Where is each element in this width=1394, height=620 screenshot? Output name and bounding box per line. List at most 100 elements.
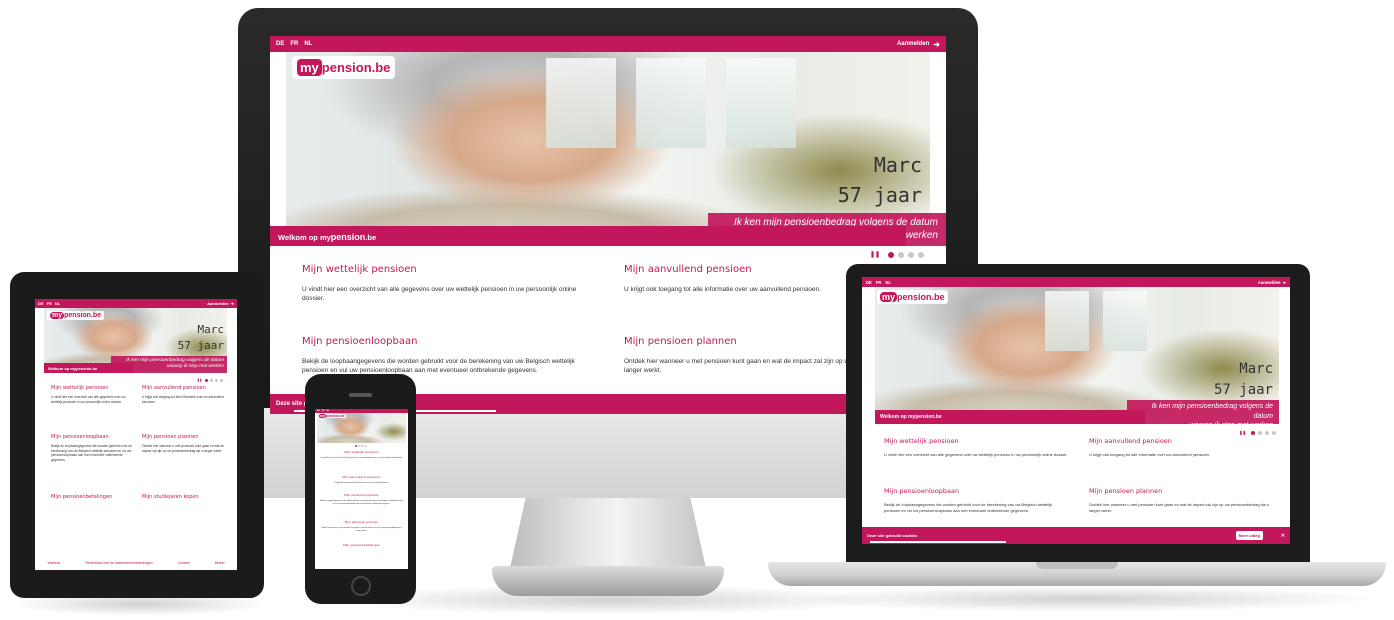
phone-speaker [349, 393, 372, 397]
carousel-dots: ❚❚ [870, 251, 924, 258]
laptop-notch [1036, 562, 1118, 569]
carousel-dot[interactable] [358, 445, 360, 447]
lang-de[interactable]: DE [38, 301, 44, 306]
carousel-dot[interactable] [210, 378, 213, 382]
card-text: U vindt hier een overzicht van alle gege… [302, 286, 577, 302]
footer-link[interactable]: Rekenblad met de basisreferentiebedragen [86, 561, 153, 565]
card[interactable]: Mijn pensioenloopbaan Bekijk de loopbaan… [51, 434, 134, 490]
lang-fr[interactable]: FR [876, 280, 882, 285]
imac-foot [492, 566, 724, 596]
card[interactable]: Mijn aanvullend pensioen U krijgt ook to… [1089, 437, 1274, 479]
carousel-dot[interactable] [1265, 430, 1269, 435]
card-text: U vindt hier een overzicht van alle gege… [884, 452, 1068, 457]
person-caption: Marc 57 jaar [838, 150, 922, 210]
lang-nl[interactable]: NL [304, 41, 312, 47]
card[interactable]: Mijn aanvullend pensioen U krijgt ook to… [142, 385, 225, 430]
lang-de[interactable]: DE [276, 41, 284, 47]
login-label: Aanmelden [896, 41, 930, 47]
card-title: Mijn pensioenloopbaan [51, 434, 109, 440]
person-name: Marc [197, 323, 225, 336]
lang-nl[interactable]: NL [326, 410, 329, 412]
card-text: U krijgt ook toegang tot alle informatie… [142, 395, 224, 404]
card[interactable]: Mijn wettelijk pensioen U vindt hier een… [319, 450, 404, 475]
card[interactable]: Mijn pensioen plannen Ontdek hier wannee… [142, 434, 225, 490]
card-text: Bekijk de loopbaangegevens die worden ge… [884, 502, 1052, 513]
card-text: Ontdek hier wanneer u met pensioen kunt … [142, 444, 224, 453]
person-caption: Marc 57 jaar [178, 322, 224, 354]
lang-de[interactable]: DE [866, 280, 872, 285]
card[interactable]: Mijn aanvullend pensioen U krijgt ook to… [319, 475, 404, 493]
card-text: Bekijk de loopbaangegevens die worden ge… [51, 444, 132, 462]
site-logo[interactable]: my pension.be [47, 311, 105, 320]
carousel-dot[interactable] [1272, 430, 1276, 435]
card-title: Mijn wettelijk pensioen [884, 437, 959, 445]
more-info-button[interactable]: Meer uitleg [1235, 531, 1263, 540]
card[interactable]: Mijn pensioenloopbaan Bekijk de loopbaan… [319, 493, 404, 520]
card-title: Mijn aanvullend pensioen [1089, 437, 1172, 445]
footer-link[interactable]: Beleid [215, 561, 225, 565]
card-title: Mijn wettelijk pensioen [302, 264, 417, 275]
login-icon: ➜ [1282, 279, 1286, 285]
cookie-progress [870, 541, 1006, 543]
carousel-dot[interactable] [1251, 430, 1255, 435]
card-title: Mijn pensioen plannen [1089, 487, 1163, 495]
site-logo[interactable]: my pension.be [877, 290, 948, 304]
welcome-prefix: Welkom op my [880, 414, 916, 420]
welcome-brand: pension [330, 232, 366, 242]
card[interactable]: Mijn pensioen plannen Ontdek hier wannee… [319, 520, 404, 543]
carousel-dot[interactable] [898, 251, 904, 258]
person-age: 57 jaar [177, 339, 224, 352]
carousel-dot[interactable] [918, 251, 924, 258]
imac-stand [510, 498, 706, 568]
card[interactable]: Mijn pensioen plannen Ontdek hier wannee… [1089, 487, 1274, 527]
login-link[interactable]: Aanmelden ➜ [207, 301, 234, 306]
card[interactable]: Mijn wettelijk pensioen U vindt hier een… [51, 385, 134, 430]
welcome-prefix: Welkom op my [48, 366, 77, 371]
card-text: Ontdek hier wanneer u met pensioen kunt … [1089, 502, 1270, 513]
lang-fr[interactable]: FR [47, 301, 52, 306]
carousel-dot[interactable] [364, 445, 366, 447]
cookie-actions: Meer uitleg ✕ [1235, 531, 1285, 540]
card[interactable]: Mijn pensioenbetalingen [319, 543, 404, 561]
lang-de[interactable]: DE [317, 410, 320, 412]
card-title: Mijn pensioenloopbaan [344, 493, 379, 497]
carousel-dot[interactable] [205, 378, 208, 382]
login-link[interactable]: Aanmelden ➜ [1258, 280, 1286, 285]
hero-image: my pension.be Marc 57 jaar [875, 287, 1279, 418]
cookie-bar: Deze site gebruikt cookies Meer uitleg ✕ [862, 527, 1290, 544]
card[interactable]: Mijn pensioenloopbaan Bekijk de loopbaan… [884, 487, 1069, 527]
pause-icon[interactable]: ❚❚ [870, 251, 880, 258]
close-icon[interactable]: ✕ [1281, 533, 1285, 539]
hero-window [1045, 291, 1089, 351]
pause-icon[interactable]: ❚❚ [1239, 430, 1246, 435]
carousel-dot[interactable] [220, 378, 223, 382]
carousel-dot[interactable] [355, 445, 357, 447]
footer-link[interactable]: Contact [178, 561, 190, 565]
login-link[interactable]: Aanmelden ➜ [897, 40, 940, 49]
carousel-dot[interactable] [361, 445, 363, 447]
card-list: Mijn wettelijk pensioen U vindt hier een… [319, 450, 404, 561]
site-logo[interactable]: my pension.be [318, 414, 346, 418]
carousel-dot[interactable] [1258, 430, 1262, 435]
phone-home-button[interactable] [351, 576, 371, 596]
card[interactable]: Mijn studiejaren kopen [142, 494, 225, 544]
logo-rest: pension.be [64, 312, 102, 319]
carousel-dot[interactable] [215, 378, 218, 382]
welcome-prefix: Welkom op my [278, 233, 331, 242]
carousel-dot[interactable] [908, 251, 914, 258]
site-logo[interactable]: my pension.be [292, 56, 396, 79]
hero-window [1103, 291, 1147, 351]
imac-screen: DE FR NL Aanmelden ➜ my pension.be Marc … [270, 36, 946, 414]
pause-icon[interactable]: ❚❚ [197, 378, 202, 382]
footer-link[interactable]: Webinar [48, 561, 61, 565]
card[interactable]: Mijn pensioenbetalingen [51, 494, 134, 544]
top-bar: DE FR NL Aanmelden ➜ [35, 299, 237, 308]
card-title: Mijn pensioenbetalingen [343, 543, 380, 547]
card[interactable]: Mijn wettelijk pensioen U vindt hier een… [884, 437, 1069, 479]
carousel-dot[interactable] [888, 251, 894, 258]
lang-nl[interactable]: NL [885, 280, 891, 285]
card[interactable]: Mijn wettelijk pensioen U vindt hier een… [302, 264, 596, 322]
lang-fr[interactable]: FR [322, 410, 325, 412]
lang-fr[interactable]: FR [290, 41, 298, 47]
lang-nl[interactable]: NL [55, 301, 60, 306]
